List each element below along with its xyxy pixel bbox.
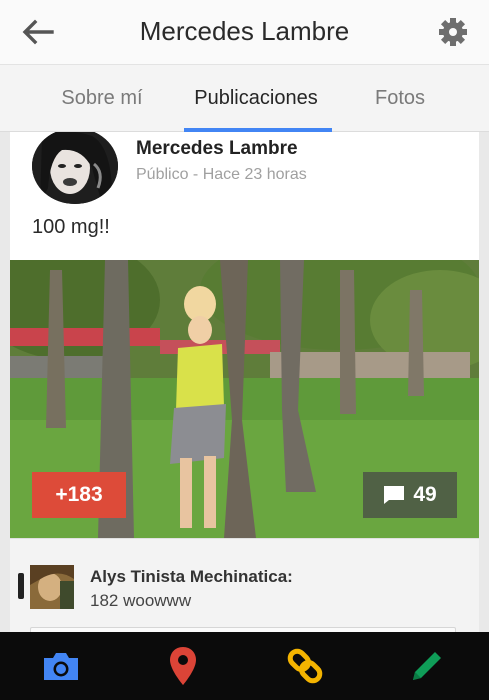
commenter-photo	[30, 565, 74, 609]
location-button[interactable]	[122, 632, 244, 700]
commenter-avatar[interactable]	[30, 565, 74, 609]
comment-icon	[384, 486, 405, 504]
commenter-name[interactable]: Alys Tinista Mechinatica:	[90, 567, 293, 587]
camera-button[interactable]	[0, 632, 122, 700]
comment-count: 49	[413, 483, 437, 506]
location-pin-icon	[170, 647, 196, 685]
link-button[interactable]	[244, 632, 366, 700]
tab-publicaciones[interactable]: Publicaciones	[178, 65, 334, 131]
tab-sobre-mi[interactable]: Sobre mí	[40, 65, 164, 131]
post-text: 100 mg!!	[32, 216, 110, 238]
author-avatar[interactable]	[32, 132, 118, 204]
app-header: Mercedes Lambre	[0, 0, 489, 64]
plus-one-button[interactable]: +183	[32, 472, 126, 518]
tab-fotos[interactable]: Fotos	[355, 65, 445, 131]
comments-button[interactable]: 49	[363, 472, 457, 518]
comment-text: 182 woowww	[90, 591, 192, 610]
write-post-button[interactable]	[366, 632, 488, 700]
avatar-photo	[32, 132, 118, 204]
comment-edge-marker	[18, 573, 24, 599]
link-icon	[287, 648, 323, 684]
post-meta: Público - Hace 23 horas	[136, 166, 307, 183]
profile-tabs: Sobre mí Publicaciones Fotos	[0, 64, 489, 132]
post-card: Mercedes Lambre Público - Hace 23 horas …	[10, 132, 479, 642]
post-author[interactable]: Mercedes Lambre	[136, 138, 298, 160]
pencil-icon	[413, 652, 441, 680]
page-title: Mercedes Lambre	[139, 16, 350, 46]
gear-icon	[439, 18, 467, 46]
settings-button[interactable]	[433, 12, 473, 52]
camera-icon	[44, 653, 78, 680]
bottom-action-bar	[0, 632, 489, 700]
comment-preview[interactable]: Alys Tinista Mechinatica: 182 woowww	[10, 538, 479, 642]
